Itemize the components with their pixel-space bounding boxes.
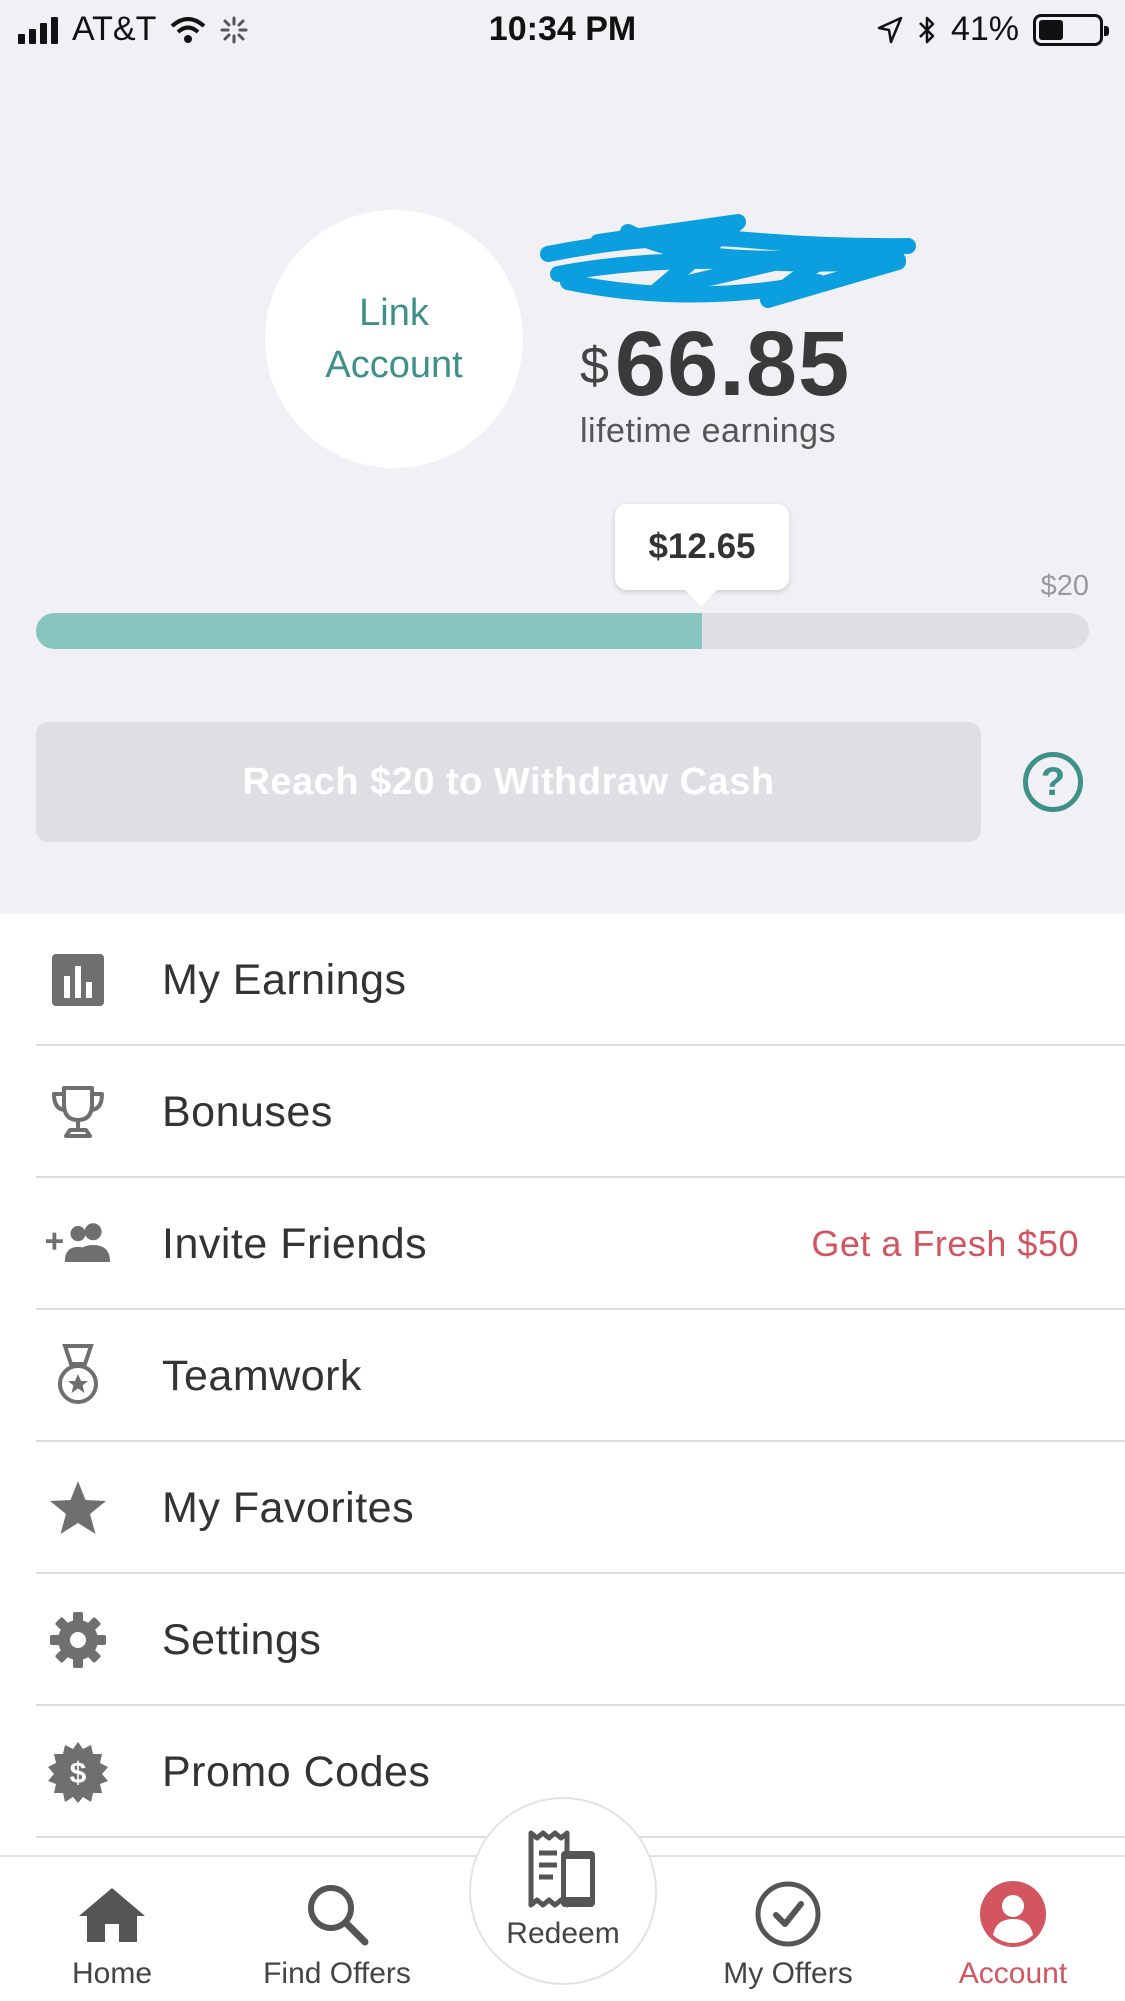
account-header: Link Account $ 66.85 lifetime earnings $… (0, 62, 1125, 914)
withdraw-progress-bar (36, 613, 1089, 649)
help-icon[interactable]: ? (1023, 752, 1083, 812)
medal-icon (44, 1342, 112, 1410)
tab-label: Account (958, 1957, 1068, 1990)
search-icon (302, 1879, 372, 1949)
tab-find-offers[interactable]: Find Offers (237, 1879, 437, 1991)
tab-label: My Offers (723, 1957, 853, 1990)
menu-item-invite-friends[interactable]: Invite Friends Get a Fresh $50 (0, 1178, 1125, 1310)
home-icon (77, 1879, 147, 1949)
account-screen: AT&T 10:34 PM 41% Link Account $ 66.85 l… (0, 0, 1125, 2001)
tab-redeem[interactable]: Redeem (469, 1797, 657, 1985)
link-account-line1: Link (359, 292, 429, 334)
goal-label: $20 (1040, 570, 1089, 602)
add-friends-icon (44, 1210, 112, 1278)
link-account-button[interactable]: Link Account (265, 210, 523, 468)
check-circle-icon (753, 1879, 823, 1949)
tab-account[interactable]: Account (913, 1879, 1113, 1991)
progress-fill (36, 613, 703, 649)
menu-label: Promo Codes (162, 1747, 431, 1796)
menu-label: My Earnings (162, 955, 407, 1004)
lifetime-earnings-label: lifetime earnings (580, 412, 837, 450)
menu-label: Settings (162, 1615, 322, 1664)
menu-item-my-earnings[interactable]: My Earnings (0, 914, 1125, 1046)
tab-label: Find Offers (263, 1957, 411, 1990)
current-balance-tooltip: $12.65 (615, 504, 789, 606)
menu-item-settings[interactable]: Settings (0, 1574, 1125, 1706)
dollar-badge-icon: $ (44, 1738, 112, 1806)
menu-item-my-favorites[interactable]: My Favorites (0, 1442, 1125, 1574)
menu-item-bonuses[interactable]: Bonuses (0, 1046, 1125, 1178)
svg-text:$: $ (70, 1757, 87, 1790)
tab-label: Home (71, 1957, 153, 1990)
tab-home[interactable]: Home (12, 1879, 212, 1991)
menu-label: Invite Friends (162, 1219, 428, 1268)
earnings-value: 66.85 (614, 313, 851, 415)
currency-symbol: $ (580, 337, 609, 395)
tab-my-offers[interactable]: My Offers (688, 1879, 888, 1991)
menu-item-teamwork[interactable]: Teamwork (0, 1310, 1125, 1442)
gear-icon (44, 1606, 112, 1674)
menu-label: Bonuses (162, 1087, 333, 1136)
menu-label: My Favorites (162, 1483, 415, 1532)
withdraw-cash-button[interactable]: Reach $20 to Withdraw Cash (36, 722, 981, 842)
status-right: 41% (877, 10, 1109, 49)
battery-percent: 41% (950, 10, 1019, 48)
status-bar: AT&T 10:34 PM 41% (0, 0, 1125, 62)
account-icon (978, 1879, 1048, 1949)
bar-chart-icon (44, 946, 112, 1014)
trophy-icon (44, 1078, 112, 1146)
link-account-line2: Account (325, 344, 463, 386)
tab-label: Redeem (506, 1917, 620, 1950)
location-icon (877, 16, 903, 43)
bluetooth-icon (919, 16, 935, 43)
redacted-username-scribble (540, 214, 916, 308)
menu-label: Teamwork (162, 1351, 362, 1400)
star-icon (44, 1474, 112, 1542)
account-menu: My Earnings Bonuses Invite Friends Get a… (0, 914, 1125, 1838)
receipt-phone-icon (523, 1829, 603, 1913)
battery-icon (1033, 13, 1109, 46)
lifetime-earnings-amount: $ 66.85 (580, 312, 850, 417)
invite-reward-text: Get a Fresh $50 (811, 1223, 1079, 1264)
